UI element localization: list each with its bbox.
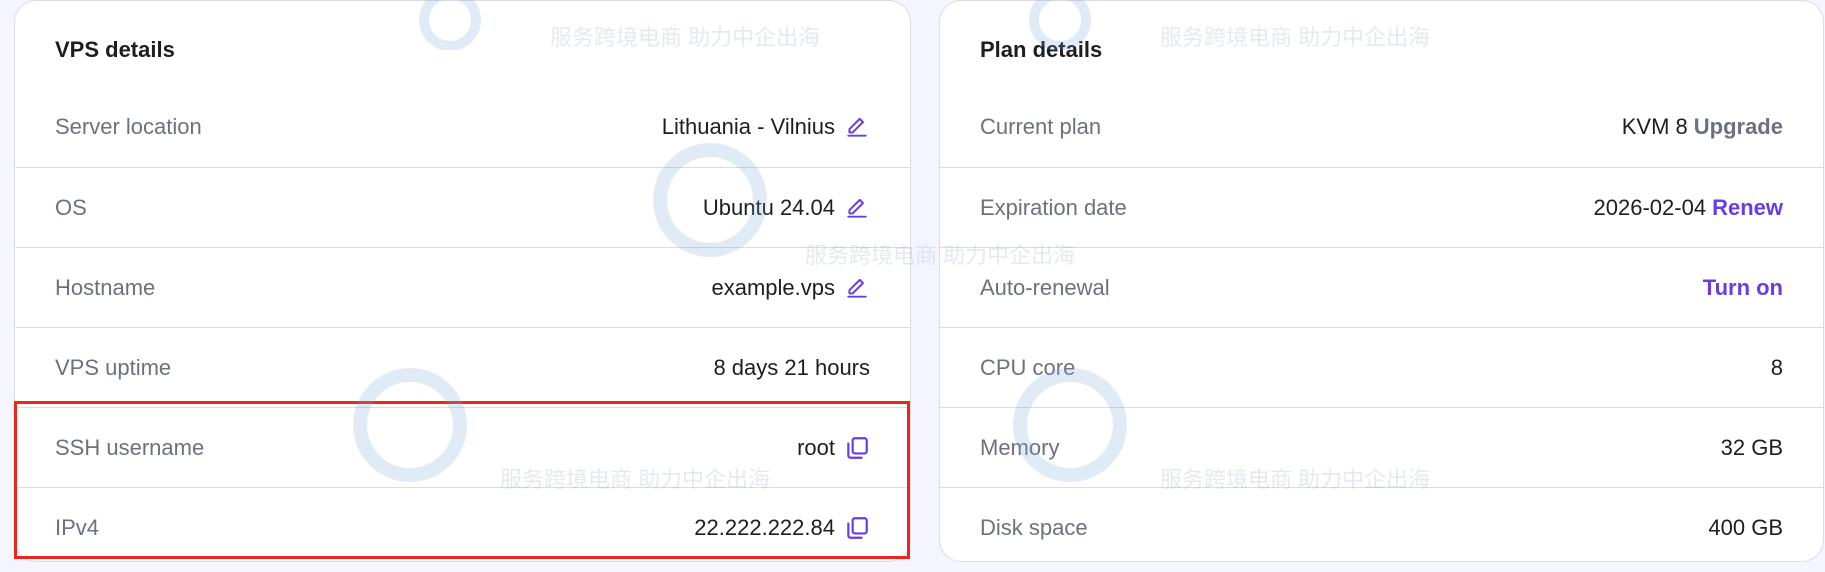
row-cpu-core: CPU core 8	[940, 327, 1823, 407]
vps-details-card: VPS details Server location Lithuania - …	[14, 0, 911, 562]
current-plan-value: KVM 8	[1621, 114, 1688, 139]
disk-space-label: Disk space	[980, 514, 1088, 540]
vps-uptime-value: 8 days 21 hours	[713, 354, 870, 380]
upgrade-link[interactable]: Upgrade	[1694, 114, 1783, 140]
row-disk-space: Disk space 400 GB	[940, 487, 1823, 561]
vps-uptime-label: VPS uptime	[55, 354, 172, 380]
row-vps-uptime: VPS uptime 8 days 21 hours	[15, 327, 910, 407]
server-location-label: Server location	[55, 114, 202, 139]
row-hostname: Hostname example.vps	[15, 247, 910, 327]
row-auto-renewal: Auto-renewal Turn on	[940, 247, 1823, 327]
ssh-username-value: root	[797, 434, 835, 460]
row-os: OS Ubuntu 24.04	[15, 167, 910, 247]
hostname-label: Hostname	[55, 274, 156, 300]
ipv4-label: IPv4	[55, 514, 100, 540]
expiration-date-label: Expiration date	[980, 194, 1127, 220]
auto-renewal-label: Auto-renewal	[980, 274, 1110, 300]
row-ipv4: IPv4 22.222.222.84	[15, 487, 910, 561]
cpu-core-value: 8	[1770, 354, 1783, 380]
hostname-value: example.vps	[711, 274, 835, 300]
row-memory: Memory 32 GB	[940, 407, 1823, 487]
cpu-core-label: CPU core	[980, 354, 1076, 380]
copy-icon[interactable]	[844, 515, 870, 541]
current-plan-label: Current plan	[980, 114, 1102, 139]
pencil-icon[interactable]	[844, 275, 870, 301]
row-ssh-username: SSH username root	[15, 407, 910, 487]
plan-details-title: Plan details	[980, 37, 1103, 62]
ssh-username-label: SSH username	[55, 434, 205, 460]
ipv4-value: 22.222.222.84	[694, 514, 835, 540]
pencil-icon[interactable]	[844, 195, 870, 221]
expiration-date-value: 2026-02-04	[1593, 194, 1707, 220]
renew-link[interactable]: Renew	[1712, 195, 1783, 221]
vps-details-title: VPS details	[55, 37, 175, 62]
os-label: OS	[55, 194, 87, 220]
row-server-location: Server location Lithuania - Vilnius	[15, 87, 910, 167]
memory-label: Memory	[980, 434, 1060, 460]
row-expiration-date: Expiration date 2026-02-04 Renew	[940, 167, 1823, 247]
turn-on-link[interactable]: Turn on	[1703, 275, 1783, 301]
copy-icon[interactable]	[844, 435, 870, 461]
server-location-value: Lithuania - Vilnius	[661, 114, 835, 139]
plan-details-card: Plan details Current plan KVM 8 Upgrade …	[939, 0, 1824, 562]
row-current-plan: Current plan KVM 8 Upgrade	[940, 87, 1823, 167]
memory-value: 32 GB	[1720, 434, 1783, 460]
pencil-icon[interactable]	[844, 114, 870, 140]
os-value: Ubuntu 24.04	[702, 194, 835, 220]
disk-space-value: 400 GB	[1708, 514, 1783, 540]
